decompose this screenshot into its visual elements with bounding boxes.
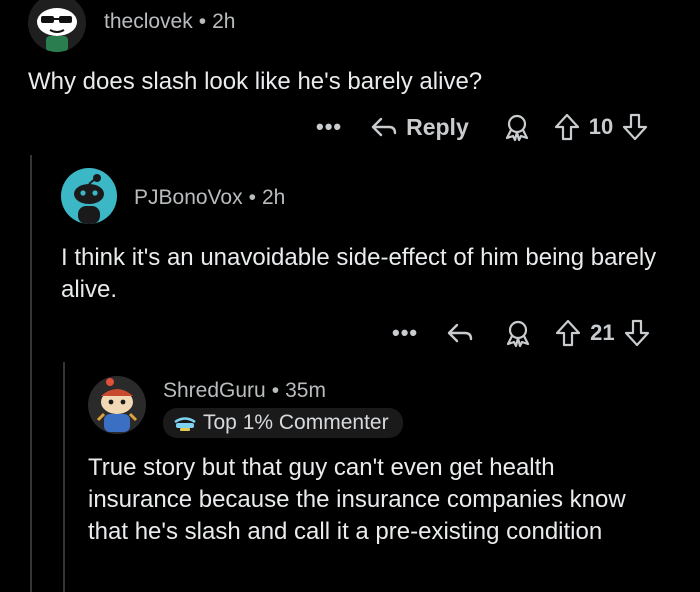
snoo-custom-avatar-icon (96, 378, 138, 432)
downvote-icon[interactable] (621, 112, 649, 142)
award-icon[interactable] (504, 318, 532, 348)
separator-dot: • (271, 379, 280, 402)
vote-score: 21 (590, 320, 615, 345)
avatar-shredguru[interactable] (88, 376, 146, 434)
comment-age: 35m (285, 379, 326, 402)
thread-line-level2[interactable] (63, 362, 65, 592)
reply-arrow-icon (371, 117, 397, 137)
avatar-pjbonovox[interactable] (61, 168, 117, 224)
separator-dot: • (248, 186, 256, 209)
award-icon[interactable] (503, 112, 531, 142)
comment-age: 2h (212, 10, 236, 33)
thread-line-level1[interactable] (30, 155, 32, 592)
comment-author-meta: PJBonoVox • 2h (134, 186, 285, 210)
reply-arrow-icon[interactable] (446, 321, 474, 345)
snoo-sunglasses-icon (37, 8, 77, 52)
upvote-icon[interactable] (553, 112, 581, 142)
username[interactable]: ShredGuru (163, 379, 266, 402)
username[interactable]: PJBonoVox (134, 186, 243, 209)
comment-author-meta: theclovek • 2h (104, 10, 235, 34)
comment-age: 2h (261, 186, 286, 209)
comment-body: Why does slash look like he's barely ali… (28, 68, 483, 95)
more-options-button[interactable]: ••• (392, 320, 418, 346)
reply-button[interactable]: Reply (370, 114, 469, 141)
avatar-theclovek[interactable] (28, 0, 86, 52)
comment-actions: ••• 21 (392, 313, 651, 353)
user-flair-badge: Top 1% Commenter (163, 408, 403, 438)
reply-label: Reply (406, 113, 469, 140)
comment-body: True story but that guy can't even get h… (88, 454, 626, 545)
username[interactable]: theclovek (104, 10, 193, 33)
more-options-button[interactable]: ••• (316, 114, 342, 140)
comment-body: I think it's an unavoidable side-effect … (61, 244, 657, 303)
vote-score: 10 (588, 114, 614, 139)
badge-label: Top 1% Commenter (203, 411, 389, 434)
top-commenter-icon (174, 417, 196, 431)
separator-dot: • (198, 10, 207, 33)
upvote-icon[interactable] (554, 318, 582, 348)
snoo-default-icon (74, 174, 104, 224)
comment-actions: ••• Reply 10 (316, 107, 649, 147)
comment-author-meta: ShredGuru • 35m (163, 379, 326, 403)
downvote-icon[interactable] (623, 318, 651, 348)
